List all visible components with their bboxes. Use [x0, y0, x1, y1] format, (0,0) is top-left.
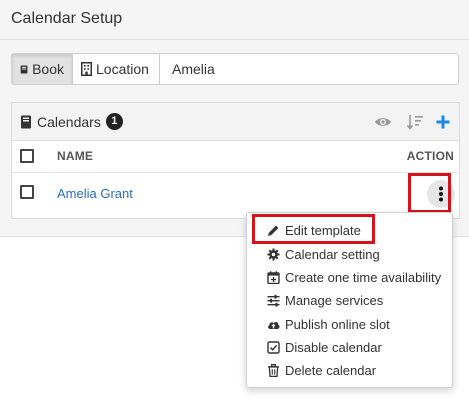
menu-item-label: Create one time availability — [285, 270, 442, 285]
menu-item-label: Disable calendar — [285, 340, 382, 355]
menu-item-publish-online-slot[interactable]: Publish online slot — [247, 313, 452, 336]
location-toggle-button[interactable]: Location — [73, 53, 160, 85]
calendars-heading: Calendars 1 — [20, 113, 123, 130]
gear-icon — [267, 248, 280, 261]
book-icon — [20, 64, 28, 74]
row-checkbox[interactable] — [20, 185, 34, 199]
sliders-icon — [267, 294, 280, 307]
select-all-checkbox[interactable] — [20, 149, 34, 163]
menu-item-calendar-setting[interactable]: Calendar setting — [247, 243, 452, 266]
sort-icon[interactable] — [406, 113, 424, 131]
book-toggle-label: Book — [32, 61, 64, 77]
title-divider — [0, 39, 469, 40]
location-toggle-label: Location — [96, 61, 149, 77]
calendar-setup-panel: Calendar Setup Book Location Amelia Cale… — [0, 0, 469, 237]
checkbox-icon — [267, 341, 280, 354]
table-header: NAME ACTION — [12, 141, 459, 173]
book-toggle-button[interactable]: Book — [11, 53, 73, 85]
menu-item-label: Manage services — [285, 293, 384, 308]
calendar-search-input[interactable] — [160, 53, 459, 85]
book-icon — [21, 115, 31, 128]
name-column-header: NAME — [57, 149, 94, 163]
menu-item-label: Publish online slot — [285, 317, 390, 332]
menu-item-label: Calendar setting — [285, 247, 380, 262]
action-button-highlight — [408, 173, 451, 213]
menu-item-create-availability[interactable]: Create one time availability — [247, 266, 452, 289]
building-icon — [81, 62, 92, 76]
cloud-upload-icon — [268, 321, 280, 329]
eye-icon[interactable] — [374, 113, 392, 131]
page-title: Calendar Setup — [11, 10, 123, 27]
calendars-title: Calendars — [37, 113, 101, 130]
calendars-card: Calendars 1 NAME ACTION Amelia Grant — [11, 102, 460, 219]
edit-template-highlight — [252, 214, 375, 244]
calendar-plus-icon — [267, 271, 280, 284]
calendar-name-link[interactable]: Amelia Grant — [57, 186, 133, 201]
menu-item-delete-calendar[interactable]: Delete calendar — [247, 359, 452, 382]
add-calendar-icon[interactable] — [434, 113, 452, 131]
trash-icon — [268, 364, 279, 377]
menu-item-manage-services[interactable]: Manage services — [247, 289, 452, 312]
action-column-header: ACTION — [406, 149, 454, 163]
calendars-count-badge: 1 — [105, 113, 123, 130]
table-row: Amelia Grant — [12, 173, 459, 214]
menu-item-label: Delete calendar — [285, 363, 377, 378]
calendars-card-header: Calendars 1 — [12, 103, 459, 141]
menu-item-disable-calendar[interactable]: Disable calendar — [247, 336, 452, 359]
